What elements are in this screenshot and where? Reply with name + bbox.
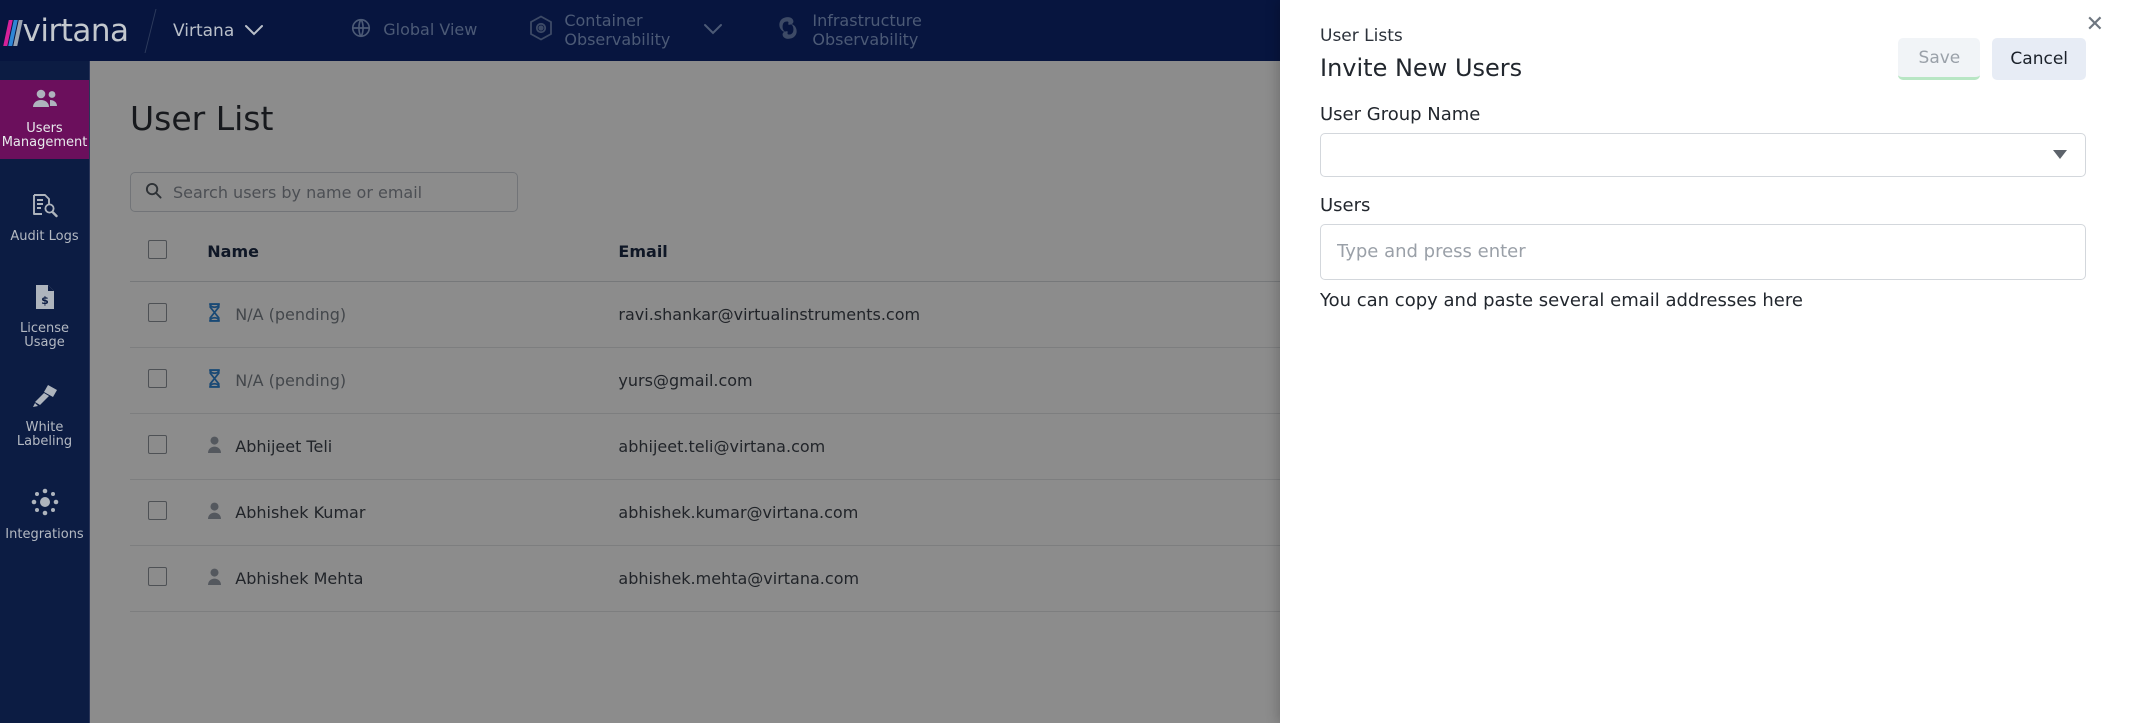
- swirl-icon: [775, 15, 801, 46]
- users-icon: [31, 88, 59, 115]
- sidebar-item-label: White Labeling: [16, 419, 73, 450]
- sidebar-item-license-usage[interactable]: $ License Usage: [0, 278, 89, 357]
- audit-log-icon: [31, 193, 58, 223]
- left-sidebar: Users Management Audit Logs $ License Us…: [0, 61, 90, 723]
- close-icon[interactable]: ✕: [2082, 10, 2108, 40]
- cancel-button[interactable]: Cancel: [1992, 38, 2086, 80]
- users-input-box[interactable]: [1320, 223, 2086, 280]
- user-group-name-label: User Group Name: [1320, 103, 1481, 125]
- sidebar-item-label: License Usage: [19, 320, 69, 351]
- virtana-logo[interactable]: virtana: [2, 12, 130, 49]
- brand-block: virtana: [0, 0, 129, 61]
- globe-icon: [350, 17, 372, 44]
- hexagon-target-icon: [529, 15, 553, 46]
- sidebar-item-label: Audit Logs: [10, 228, 79, 244]
- nav-item-global-view[interactable]: Global View: [324, 17, 503, 44]
- users-input[interactable]: [1337, 241, 2069, 262]
- users-label: Users: [1320, 194, 1371, 216]
- user-group-name-field: User Group Name: [1320, 104, 2086, 177]
- modal-title-block: User Lists Invite New Users: [1320, 22, 1522, 82]
- nav-item-label: Global View: [383, 20, 478, 40]
- user-group-name-select[interactable]: [1320, 132, 2086, 177]
- nav-items: Global View Container Observability Infr…: [324, 10, 948, 50]
- sidebar-item-integrations[interactable]: Integrations: [0, 476, 89, 555]
- license-doc-icon: $: [34, 284, 56, 315]
- save-button[interactable]: Save: [1898, 38, 1981, 80]
- users-field: Users You can copy and paste several ema…: [1320, 195, 2086, 311]
- logo-bars-icon: [2, 16, 23, 46]
- tenant-label: Virtana: [173, 20, 235, 41]
- chevron-down-icon: [244, 21, 264, 41]
- nav-divider: [144, 8, 157, 53]
- modal-header: User Lists Invite New Users Save Cancel: [1280, 0, 2132, 82]
- svg-text:$: $: [41, 294, 49, 307]
- breadcrumb: User Lists: [1320, 26, 1403, 46]
- modal-title: Invite New Users: [1320, 53, 1523, 82]
- sidebar-item-label: Users Management: [1, 120, 88, 151]
- nav-item-label: Infrastructure Observability: [812, 10, 922, 49]
- nav-item-infrastructure-observability[interactable]: Infrastructure Observability: [749, 10, 947, 50]
- chevron-down-icon[interactable]: [703, 21, 723, 40]
- sidebar-item-label: Integrations: [5, 527, 84, 542]
- sidebar-item-users-management[interactable]: Users Management: [0, 80, 89, 159]
- tenant-selector[interactable]: Virtana: [173, 21, 264, 41]
- integrations-hub-icon: [31, 488, 59, 521]
- modal-body: User Group Name Users You can copy and p…: [1280, 82, 2132, 311]
- modal-actions: Save Cancel: [1898, 38, 2086, 80]
- chevron-down-icon: [2053, 150, 2067, 159]
- app-root: virtana Virtana Global View Container Ob…: [0, 0, 2132, 723]
- sidebar-item-white-labeling[interactable]: White Labeling: [0, 377, 89, 456]
- paint-brush-icon: [31, 383, 59, 414]
- invite-new-users-panel: ✕ User Lists Invite New Users Save Cance…: [1280, 0, 2132, 723]
- nav-item-label: Container Observability: [564, 10, 671, 49]
- sidebar-item-audit-logs[interactable]: Audit Logs: [0, 179, 89, 258]
- logo-wordmark: virtana: [22, 12, 130, 49]
- users-hint: You can copy and paste several email add…: [1320, 289, 1803, 311]
- nav-item-container-observability[interactable]: Container Observability: [503, 10, 749, 50]
